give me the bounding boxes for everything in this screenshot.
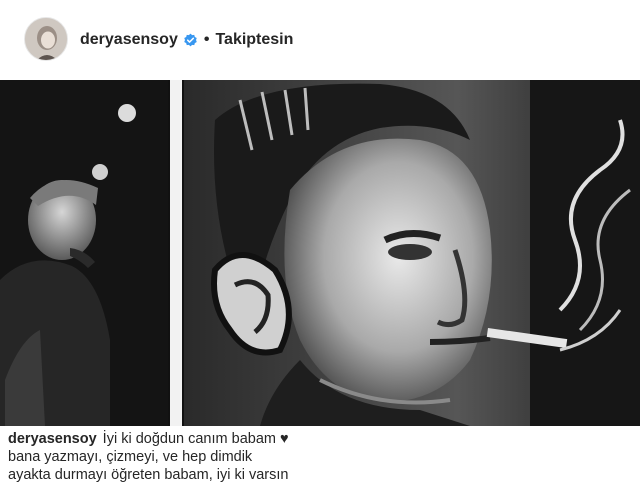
post-user-line: deryasensoy • Takiptesin [80, 30, 293, 50]
avatar[interactable] [24, 17, 68, 61]
painting-artwork-icon [0, 80, 640, 426]
separator-dot: • [203, 31, 210, 48]
avatar-image-icon [25, 18, 67, 60]
caption-line-2: bana yazmayı, çizmeyi, ve hep dimdik [8, 449, 253, 465]
caption-line-1: deryasensoy İyi ki doğdun canım babam ♥ [8, 430, 632, 448]
following-status[interactable]: Takiptesin [215, 31, 293, 49]
verified-badge-icon [183, 33, 198, 48]
caption-username-link[interactable]: deryasensoy [8, 431, 97, 447]
post-header: deryasensoy • Takiptesin [0, 0, 640, 80]
caption-text-1: İyi ki doğdun canım babam [102, 431, 276, 447]
post-caption: deryasensoy İyi ki doğdun canım babam ♥ b… [8, 430, 632, 484]
heart-emoji-icon: ♥ [280, 431, 289, 447]
username-link[interactable]: deryasensoy [80, 31, 178, 49]
post-image[interactable] [0, 80, 640, 426]
caption-line-3: ayakta durmayı öğreten babam, iyi ki var… [8, 467, 289, 483]
